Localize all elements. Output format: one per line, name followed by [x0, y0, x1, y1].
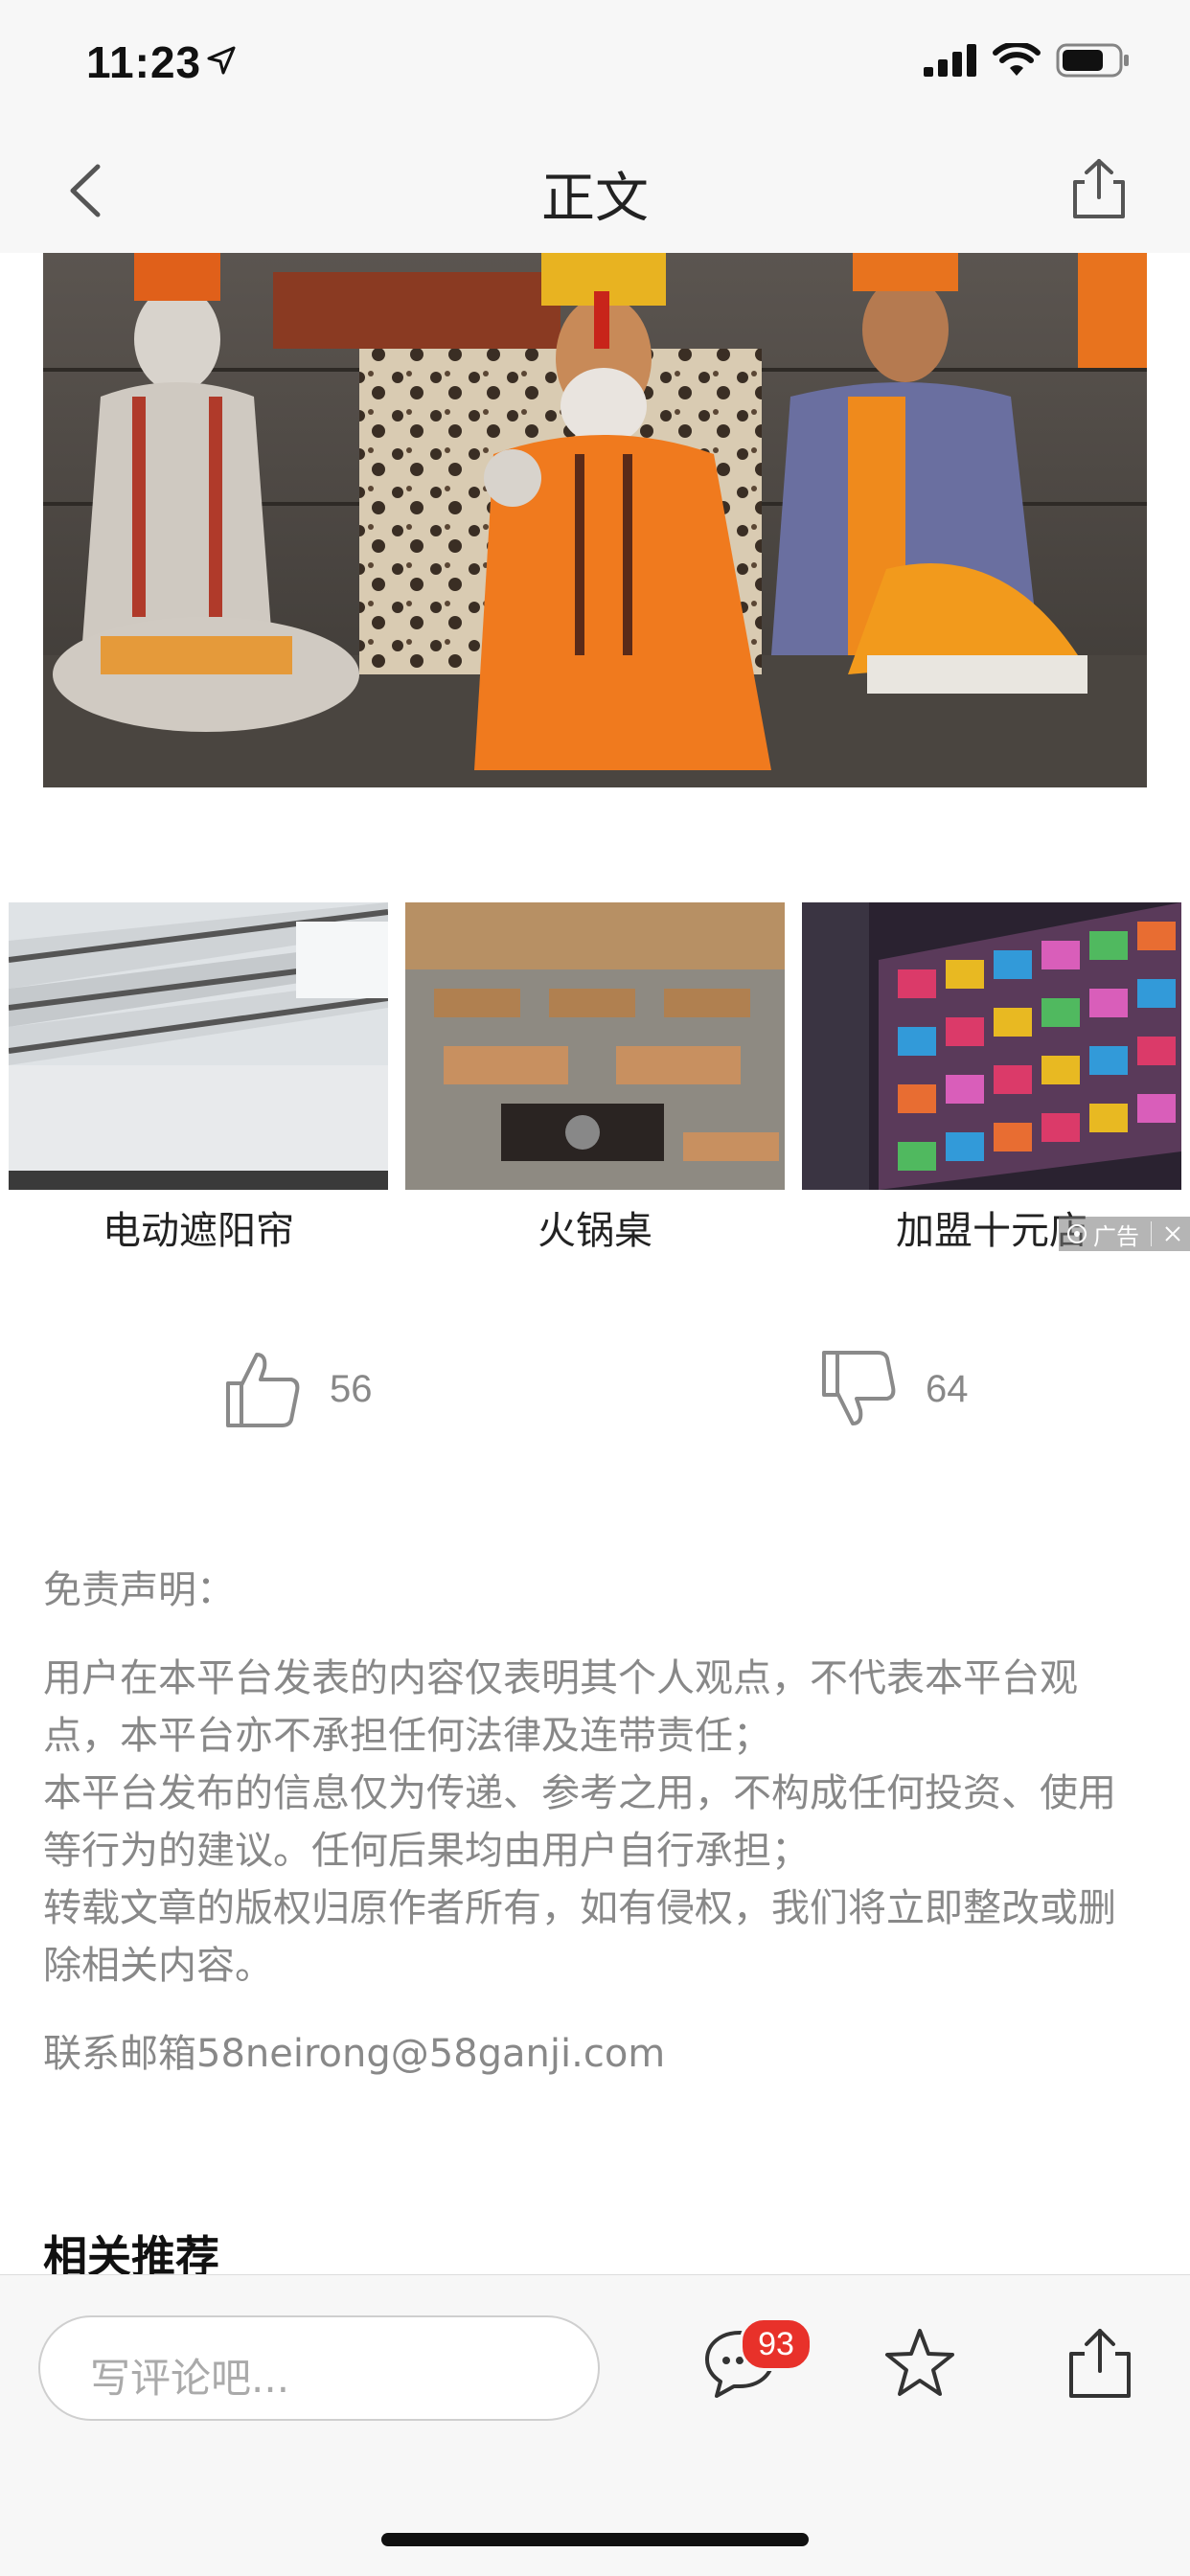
disclaimer-body: 用户在本平台发表的内容仅表明其个人观点，不代表本平台观点，本平台亦不承担任何法律…	[43, 1650, 1147, 1995]
sadhus-photo	[43, 253, 1147, 787]
disclaimer-section: 免责声明： 用户在本平台发表的内容仅表明其个人观点，不代表本平台观点，本平台亦不…	[43, 1562, 1147, 2083]
location-arrow-icon	[207, 46, 236, 75]
status-icons	[924, 42, 1131, 79]
contact-email: 联系邮箱58neirong@58ganji.com	[43, 2032, 666, 2076]
disclaimer-paragraph: 本平台发布的信息仅为传递、参考之用，不构成任何投资、使用等行为的建议。任何后果均…	[43, 1771, 1116, 1873]
ad-info-icon	[1067, 1224, 1087, 1243]
comment-placeholder: 写评论吧...	[90, 2355, 290, 2402]
battery-icon	[1056, 43, 1129, 78]
ad-carousel: 电动遮阳帘 火锅桌 加盟十元店 广告	[0, 902, 1190, 1253]
ad-label: 电动遮阳帘	[103, 1209, 294, 1253]
disclaimer-paragraph: 转载文章的版权归原作者所有，如有侵权，我们将立即整改或删除相关内容。	[43, 1886, 1116, 1988]
like-count: 56	[330, 1367, 373, 1410]
ad-label: 火锅桌	[538, 1209, 652, 1253]
status-bar: 11:23	[0, 0, 1190, 128]
dislike-count: 64	[926, 1367, 969, 1410]
comment-count-badge: 93	[740, 2317, 812, 2371]
disclaimer-title: 免责声明：	[43, 1568, 235, 1612]
nav-bar: 正文	[0, 128, 1190, 253]
share-icon[interactable]	[1065, 155, 1133, 222]
star-icon[interactable]	[881, 2325, 958, 2402]
article-hero-image	[43, 253, 1147, 787]
share-icon[interactable]	[1062, 2325, 1138, 2402]
like-button[interactable]: 56	[222, 1349, 373, 1429]
bottom-toolbar: 写评论吧... 93	[0, 2274, 1190, 2576]
status-time: 11:23	[86, 37, 202, 87]
ad-image-awning	[9, 902, 388, 1190]
thumbs-up-icon	[226, 1353, 300, 1427]
signal-icon	[924, 44, 976, 77]
dislike-button[interactable]: 64	[818, 1349, 969, 1429]
page-title: 正文	[541, 168, 649, 230]
ad-card[interactable]: 火锅桌	[405, 902, 785, 1255]
thumbs-down-icon	[822, 1351, 896, 1425]
ad-badge-label: 广告	[1093, 1222, 1139, 1250]
wifi-icon	[993, 43, 1041, 76]
ad-image-store-shelves	[802, 902, 1181, 1190]
home-indicator[interactable]	[381, 2533, 809, 2546]
disclaimer-paragraph: 用户在本平台发表的内容仅表明其个人观点，不代表本平台观点，本平台亦不承担任何法律…	[43, 1656, 1078, 1758]
ad-card[interactable]: 加盟十元店	[802, 902, 1181, 1255]
close-icon[interactable]	[1163, 1224, 1182, 1243]
ad-card[interactable]: 电动遮阳帘	[9, 902, 388, 1255]
ad-badge[interactable]: 广告	[1059, 1217, 1190, 1251]
ad-image-hotpot-tables	[405, 902, 785, 1190]
vote-bar: 56 64	[0, 1341, 1190, 1447]
comment-input[interactable]: 写评论吧...	[38, 2315, 600, 2421]
